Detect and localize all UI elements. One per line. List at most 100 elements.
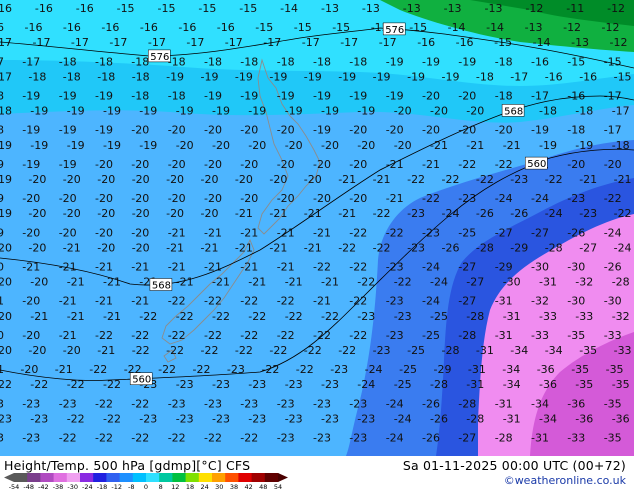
temperature-label: -20	[22, 192, 40, 205]
temperature-label: -28	[466, 412, 484, 425]
temperature-label: -22	[204, 329, 222, 342]
temperature-label: -28	[442, 344, 460, 357]
temperature-label: -23	[285, 378, 303, 391]
temperature-label: -28	[495, 432, 513, 445]
temperature-label: -15	[239, 2, 257, 15]
credit-text: ©weatheronline.co.uk	[503, 474, 626, 487]
temperature-label: -25	[458, 226, 476, 239]
temperature-label: -21	[235, 207, 253, 220]
legend-tick-label: 18	[186, 483, 194, 490]
temperature-label: -21	[304, 207, 322, 220]
temperature-label: -22	[131, 432, 149, 445]
temperature-label: -19	[103, 105, 121, 118]
temperature-label: -15	[614, 70, 632, 83]
legend-tick-label: 38	[230, 483, 238, 490]
temperature-label: -31	[468, 363, 486, 376]
temperature-label: -19	[59, 124, 77, 137]
temperature-label: -19	[313, 124, 331, 137]
temperature-label: -35	[567, 329, 585, 342]
temperature-label: -14	[533, 36, 551, 49]
legend-tick-label: -24	[82, 483, 93, 490]
temperature-label: -17	[379, 36, 397, 49]
temperature-label: -20	[22, 329, 40, 342]
temperature-label: -21	[67, 310, 85, 323]
legend-tick-label: -38	[53, 483, 64, 490]
temperature-label: -16	[140, 21, 158, 34]
temperature-label: -13	[571, 36, 589, 49]
legend-swatch	[14, 473, 28, 482]
temperature-label: -20	[248, 139, 266, 152]
contour-tag-label: 568	[504, 106, 523, 117]
temperature-label: -20	[240, 124, 258, 137]
temperature-label: -21	[55, 363, 73, 376]
temperature-label: -20	[0, 276, 12, 289]
temperature-label: -19	[0, 139, 12, 152]
temperature-label: -31	[466, 378, 484, 391]
temperature-label: -20	[394, 139, 412, 152]
temperature-label: -19	[95, 124, 113, 137]
temperature-label: -22	[248, 310, 266, 323]
temperature-label: -20	[567, 158, 585, 171]
legend-swatch	[40, 473, 55, 482]
legend-swatch	[93, 473, 107, 482]
temperature-label: -23	[212, 378, 230, 391]
legend-tick-label: 0	[144, 483, 148, 490]
contour-tag-label: 568	[152, 281, 171, 292]
temperature-label: -13	[525, 21, 543, 34]
temperature-label: -14	[486, 21, 504, 34]
temperature-label: -22	[373, 241, 391, 254]
temperature-label: -23	[22, 397, 40, 410]
temperature-label: -20	[97, 173, 115, 186]
temperature-label: -21	[131, 261, 149, 274]
temperature-label: -18	[240, 55, 258, 68]
temperature-label: -23	[313, 432, 331, 445]
temperature-label: -22	[67, 412, 85, 425]
temperature-label: -22	[168, 295, 186, 308]
color-scale-legend	[4, 473, 288, 482]
temperature-label: -23	[407, 241, 425, 254]
temperature-label: -23	[22, 432, 40, 445]
temperature-label: -26	[430, 412, 448, 425]
temperature-label: -23	[240, 397, 258, 410]
temperature-label: -27	[466, 276, 484, 289]
temperature-label: -20	[604, 158, 622, 171]
temperature-label: -20	[176, 139, 194, 152]
temperature-label: -21	[95, 295, 113, 308]
temperature-label: -22	[394, 276, 412, 289]
temperature-label: -23	[176, 378, 194, 391]
temperature-label: -23	[139, 412, 157, 425]
temperature-label: -26	[476, 207, 494, 220]
temperature-label: -20	[30, 276, 48, 289]
temperature-label: -23	[321, 378, 339, 391]
temperature-label: -18	[0, 90, 4, 103]
temperature-label: -22	[277, 329, 295, 342]
contour-tag-label: 560	[527, 159, 546, 170]
temperature-label: -19	[0, 158, 4, 171]
temperature-label: -23	[386, 295, 404, 308]
legend-tick-label: -12	[111, 483, 122, 490]
temperature-label: -22	[139, 310, 157, 323]
temperature-label: -34	[510, 344, 528, 357]
legend-tick-label: 54	[274, 483, 282, 490]
temperature-label: -19	[139, 139, 157, 152]
temperature-label: -20	[349, 124, 367, 137]
temperature-label: -19	[59, 90, 77, 103]
temperature-label: -20	[313, 192, 331, 205]
temperature-label: -13	[444, 2, 462, 15]
temperature-label: -20	[0, 241, 12, 254]
temperature-label: -22	[158, 363, 176, 376]
temperature-label: -12	[563, 21, 581, 34]
temperature-label: -21	[63, 241, 81, 254]
temperature-label: -22	[103, 412, 121, 425]
temperature-label: -18	[59, 55, 77, 68]
temperature-label: -19	[166, 70, 184, 83]
temperature-label: -21	[285, 276, 303, 289]
temperature-label: -21	[422, 158, 440, 171]
temperature-label: -17	[510, 70, 528, 83]
temperature-label: -20	[95, 158, 113, 171]
temperature-label: -31	[495, 295, 513, 308]
temperature-label: -29	[510, 241, 528, 254]
temperature-label: -24	[545, 207, 563, 220]
temperature-label: -19	[458, 55, 476, 68]
temperature-label: -22	[349, 329, 367, 342]
